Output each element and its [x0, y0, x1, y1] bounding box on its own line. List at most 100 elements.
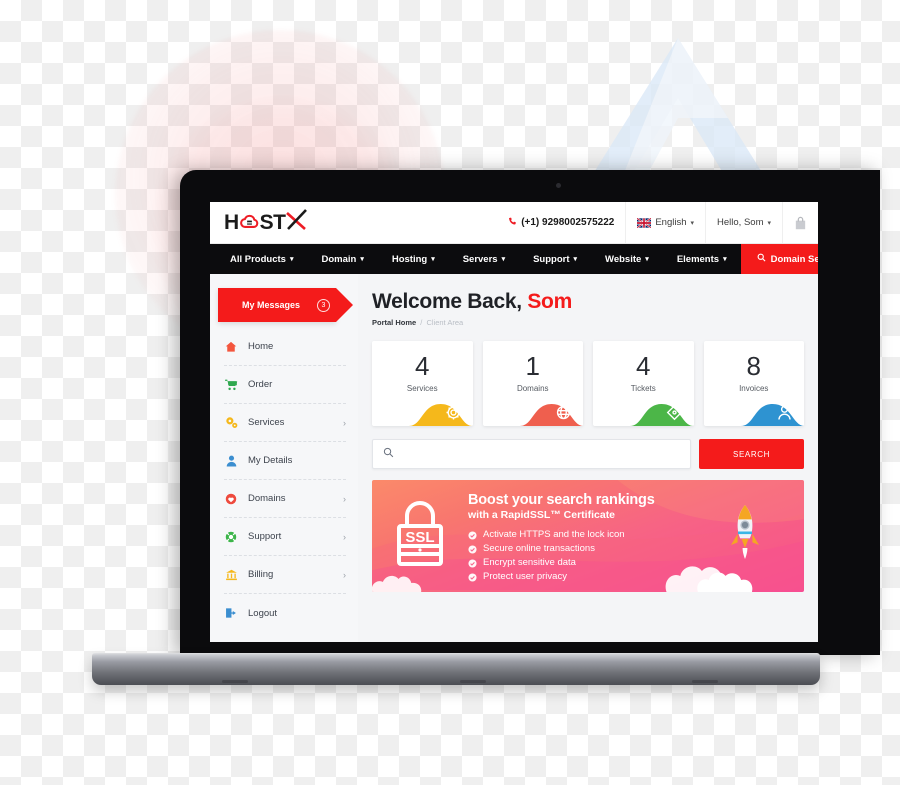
sidebar-item-services[interactable]: Services › [224, 404, 346, 442]
globe-icon [556, 405, 571, 420]
nav-label: Website [605, 253, 642, 265]
house-icon [224, 341, 238, 353]
language-selector[interactable]: English ▾ [625, 202, 705, 243]
lifebuoy-icon [224, 531, 238, 543]
site-logo[interactable]: H ST [224, 208, 310, 238]
nav-item-support[interactable]: Support ▾ [519, 254, 591, 265]
nav-item-website[interactable]: Website ▾ [591, 254, 663, 265]
chevron-down-icon: ▾ [645, 256, 649, 263]
search-box[interactable] [372, 439, 691, 469]
stat-card-domains[interactable]: 1 Domains [482, 341, 583, 426]
user-icon [224, 455, 238, 467]
client-area-page: My Messages 3 Home Order Services › My D… [210, 274, 818, 642]
phone-number[interactable]: (+1) 9298002575222 [497, 202, 625, 243]
chevron-right-icon: › [343, 531, 346, 542]
user-icon [778, 405, 791, 420]
site-topbar: H ST (+1) 9298002575222 English ▾ Hello,… [210, 202, 818, 244]
nav-label: Elements [676, 253, 720, 265]
nav-item-hosting[interactable]: Hosting ▾ [378, 254, 449, 265]
chevron-right-icon: › [343, 493, 346, 504]
laptop-foot [460, 680, 486, 683]
cart-button[interactable] [782, 202, 818, 243]
stat-card-invoices[interactable]: 8 Invoices [703, 341, 804, 426]
stat-card-tickets[interactable]: 4 Tickets [593, 341, 694, 426]
sidebar-item-label: Order [248, 379, 273, 390]
language-label: English [655, 217, 687, 228]
nav-item-domain[interactable]: Domain ▾ [307, 254, 377, 265]
sidebar-item-domains[interactable]: Domains › [224, 480, 346, 518]
laptop-base [92, 655, 820, 685]
nav-label: Support [533, 253, 570, 265]
chevron-down-icon: ▾ [360, 256, 364, 263]
stat-value: 8 [746, 351, 761, 381]
ssl-promo-banner[interactable]: SSL Boost your search rankings with a Ra… [372, 480, 804, 592]
clouds-decoration [372, 566, 753, 592]
search-button[interactable]: SEARCH [699, 439, 804, 469]
nav-item-elements[interactable]: Elements ▾ [663, 254, 741, 265]
bank-icon [224, 569, 238, 581]
sidebar-menu: Home Order Services › My Details Domains… [210, 328, 358, 632]
nav-items: All Products ▾ Domain ▾ Hosting ▾ Server… [210, 244, 741, 274]
sidebar-item-label: Domains [248, 493, 286, 504]
chevron-down-icon: ▾ [690, 219, 695, 227]
logo-text-st: ST [259, 210, 286, 234]
topbar-right: (+1) 9298002575222 English ▾ Hello, Som … [497, 202, 818, 243]
sidebar-item-billing[interactable]: Billing › [224, 556, 346, 594]
search-input[interactable] [401, 449, 680, 459]
website-viewport: H ST (+1) 9298002575222 English ▾ Hello,… [210, 202, 818, 642]
search-icon [383, 445, 394, 463]
logo-text-h: H [224, 210, 239, 234]
promo-bullet-label: Activate HTTPS and the lock icon [483, 529, 625, 540]
shopping-bag-icon [794, 216, 807, 230]
uk-flag-icon [636, 217, 652, 228]
main-content: Welcome Back, Som Portal Home / Client A… [358, 274, 818, 642]
chevron-down-icon: ▾ [501, 256, 506, 263]
page-title: Welcome Back, Som [372, 290, 804, 314]
welcome-user-name: Som [527, 290, 572, 313]
nav-item-servers[interactable]: Servers ▾ [449, 254, 519, 265]
stat-value: 4 [415, 351, 430, 381]
chevron-down-icon: ▾ [289, 256, 294, 263]
welcome-prefix: Welcome Back, [372, 290, 528, 313]
cloud-icon [239, 211, 259, 235]
breadcrumb-home[interactable]: Portal Home [372, 318, 416, 327]
chevron-down-icon: ▾ [767, 219, 771, 227]
sidebar-item-support[interactable]: Support › [224, 518, 346, 556]
gears-icon [224, 416, 238, 429]
phone-number-text: (+1) 9298002575222 [521, 217, 615, 228]
nav-label: Domain [321, 253, 357, 265]
phone-icon [508, 217, 517, 229]
chevron-right-icon: › [343, 417, 346, 428]
nav-item-all-products[interactable]: All Products ▾ [216, 254, 307, 265]
search-icon [757, 253, 766, 265]
chevron-down-icon: ▾ [723, 256, 727, 263]
tag-icon [666, 404, 682, 421]
gear-icon [445, 405, 461, 420]
sidebar-item-label: My Details [248, 455, 293, 466]
sidebar-item-my-messages[interactable]: My Messages 3 [218, 288, 353, 322]
account-menu[interactable]: Hello, Som ▾ [705, 202, 782, 243]
breadcrumb-current: Client Area [426, 318, 464, 327]
webcam-icon [556, 183, 561, 188]
sidebar-item-my-details[interactable]: My Details [224, 442, 346, 480]
stat-card-services[interactable]: 4 Services [372, 341, 473, 426]
nav-label: Servers [462, 253, 498, 265]
sidebar-item-home[interactable]: Home [224, 328, 346, 366]
laptop-screen: H ST (+1) 9298002575222 English ▾ Hello,… [210, 202, 818, 642]
laptop-foot [692, 680, 718, 683]
sidebar-item-order[interactable]: Order [224, 366, 346, 404]
main-navigation: All Products ▾ Domain ▾ Hosting ▾ Server… [210, 244, 818, 274]
logout-icon [224, 607, 238, 619]
chevron-right-icon: › [343, 569, 346, 580]
nav-label: Hosting [391, 253, 428, 265]
domain-search-button[interactable]: Domain Search [740, 244, 818, 274]
sidebar-item-label: Home [248, 341, 274, 352]
domain-search-label: Domain Search [770, 253, 818, 265]
laptop-mockup: H ST (+1) 9298002575222 English ▾ Hello,… [0, 0, 900, 785]
sidebar-item-logout[interactable]: Logout [224, 594, 346, 632]
promo-bullet: Activate HTTPS and the lock icon [468, 528, 655, 542]
chevron-down-icon: ▾ [573, 256, 578, 263]
logo-x-icon [284, 208, 310, 238]
ssl-label: SSL [405, 529, 434, 546]
chevron-down-icon: ▾ [431, 256, 435, 263]
